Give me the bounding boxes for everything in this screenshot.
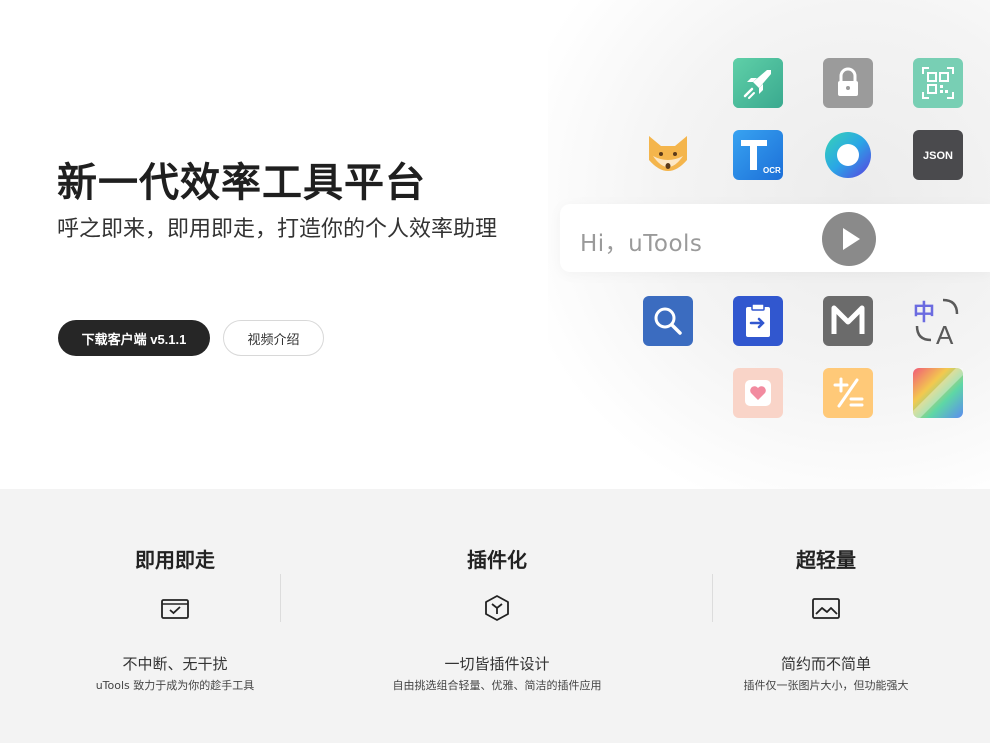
svg-text:JSON: JSON bbox=[923, 150, 953, 162]
inbox-check-icon bbox=[160, 593, 190, 623]
play-icon[interactable] bbox=[822, 212, 876, 266]
cube-icon bbox=[482, 593, 512, 623]
feature-title: 即用即走 bbox=[135, 548, 215, 572]
feature-title: 插件化 bbox=[467, 548, 527, 572]
markdown-icon bbox=[823, 296, 873, 346]
features-section: 即用即走 不中断、无干扰 uTools 致力于成为你的趁手工具 插件化 一切皆插… bbox=[0, 489, 990, 743]
calculator-icon bbox=[823, 368, 873, 418]
search-placeholder: Hi，uTools bbox=[580, 231, 703, 257]
json-icon: JSON bbox=[913, 130, 963, 180]
feature-sub: uTools 致力于成为你的趁手工具 bbox=[95, 679, 255, 692]
fox-icon bbox=[643, 130, 693, 180]
feature-desc: 不中断、无干扰 bbox=[122, 655, 228, 673]
color-picker-icon bbox=[913, 368, 963, 418]
search-app-icon bbox=[643, 296, 693, 346]
divider bbox=[280, 574, 281, 622]
translate-icon: 中 A bbox=[913, 296, 963, 346]
svg-text:A: A bbox=[936, 320, 954, 346]
browser-icon bbox=[823, 130, 873, 180]
video-intro-button[interactable]: 视频介绍 bbox=[223, 320, 324, 356]
feature-sub: 自由挑选组合轻量、优雅、简洁的插件应用 bbox=[392, 679, 602, 692]
page-title: 新一代效率工具平台 bbox=[57, 160, 426, 206]
image-icon bbox=[811, 593, 841, 623]
ocr-icon: OCR bbox=[733, 130, 783, 180]
sticker-icon bbox=[733, 368, 783, 418]
lock-icon bbox=[823, 58, 873, 108]
feature-desc: 简约而不简单 bbox=[780, 655, 871, 673]
feature-desc: 一切皆插件设计 bbox=[444, 655, 550, 673]
clipboard-icon bbox=[733, 296, 783, 346]
rocket-icon bbox=[733, 58, 783, 108]
search-bar[interactable]: Hi，uTools bbox=[560, 204, 990, 272]
svg-text:OCR: OCR bbox=[763, 166, 781, 175]
download-button[interactable]: 下载客户端 v5.1.1 bbox=[58, 320, 210, 356]
hero-section: 新一代效率工具平台 呼之即来，即用即走，打造你的个人效率助理 下载客户端 v5.… bbox=[0, 0, 990, 489]
feature-title: 超轻量 bbox=[796, 548, 856, 572]
divider bbox=[712, 574, 713, 622]
page-subtitle: 呼之即来，即用即走，打造你的个人效率助理 bbox=[57, 217, 498, 242]
qrcode-icon bbox=[913, 58, 963, 108]
feature-sub: 插件仅一张图片大小，但功能强大 bbox=[743, 679, 909, 692]
svg-text:中: 中 bbox=[913, 301, 935, 326]
